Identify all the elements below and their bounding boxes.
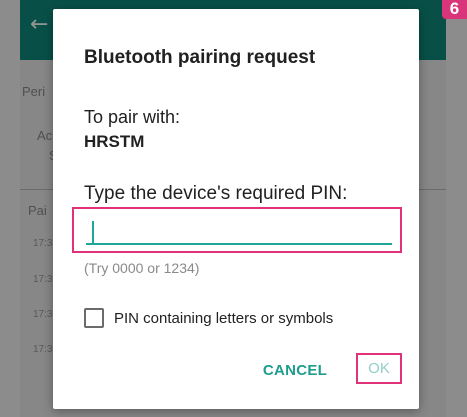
alphanumeric-pin-label: PIN containing letters or symbols [114, 309, 334, 327]
ok-button-highlight: OK [356, 353, 402, 384]
dialog-title: Bluetooth pairing request [84, 47, 316, 68]
device-name: HRSTM [84, 132, 145, 151]
pin-input[interactable] [86, 215, 392, 245]
alphanumeric-pin-checkbox[interactable] [84, 308, 104, 328]
alphanumeric-pin-option[interactable]: PIN containing letters or symbols [84, 307, 333, 329]
ok-button[interactable]: OK [358, 355, 400, 382]
step-badge: 6 [442, 0, 467, 19]
pin-prompt: Type the device's required PIN: [84, 183, 348, 204]
cancel-button[interactable]: CANCEL [252, 355, 338, 385]
bluetooth-pairing-dialog: Bluetooth pairing request To pair with: … [53, 9, 419, 409]
pair-with-label: To pair with: [84, 107, 181, 127]
pin-field-highlight [72, 207, 402, 253]
pin-hint: (Try 0000 or 1234) [84, 260, 200, 276]
text-cursor [92, 221, 94, 243]
